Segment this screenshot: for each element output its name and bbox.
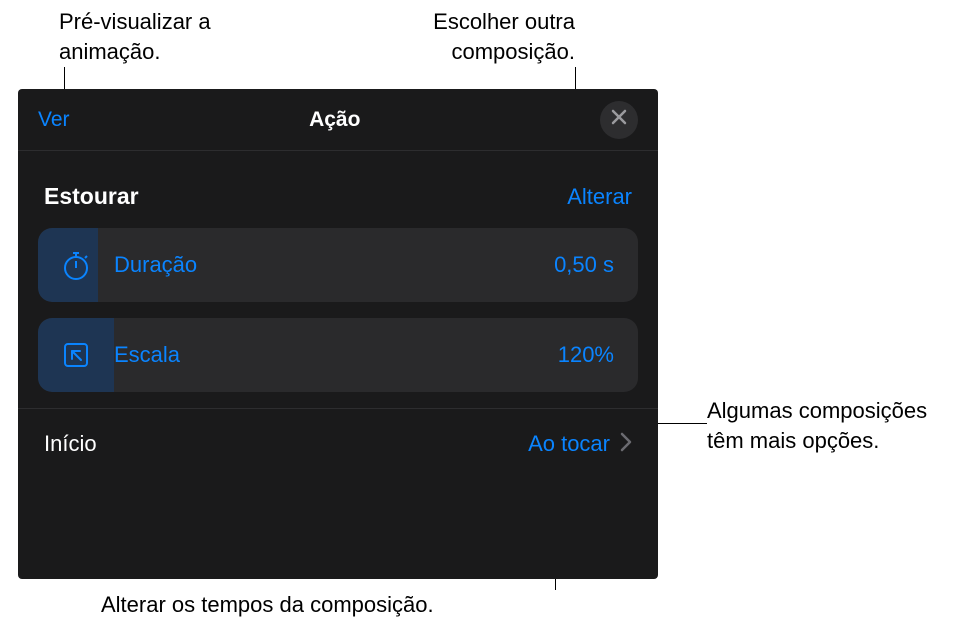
divider [18,408,658,409]
start-row[interactable]: Início Ao tocar [18,413,658,471]
panel-header: Ver Ação [18,89,658,151]
chevron-right-icon [620,432,632,457]
duration-label: Duração [114,252,554,278]
action-panel: Ver Ação Estourar Alterar [18,89,658,579]
callout-preview: Pré-visualizar a animação. [59,7,259,66]
scale-row[interactable]: Escala 120% [38,318,638,392]
close-button[interactable] [600,101,638,139]
change-button[interactable]: Alterar [567,184,632,210]
scale-label: Escala [114,342,558,368]
duration-value: 0,50 s [554,252,638,278]
view-button[interactable]: Ver [38,108,70,132]
scale-value: 120% [558,342,638,368]
expand-icon [38,339,114,371]
callout-options: Algumas composições têm mais opções. [707,396,937,455]
duration-row[interactable]: Duração 0,50 s [38,228,638,302]
effect-row: Estourar Alterar [18,165,658,228]
close-icon [611,109,627,130]
callout-compose: Escolher outra composição. [375,7,575,66]
start-value: Ao tocar [528,431,610,457]
callout-timing: Alterar os tempos da composição. [101,590,601,620]
panel-title: Ação [309,108,360,132]
start-label: Início [44,431,97,457]
effect-name: Estourar [44,183,139,210]
stopwatch-icon [38,249,114,281]
